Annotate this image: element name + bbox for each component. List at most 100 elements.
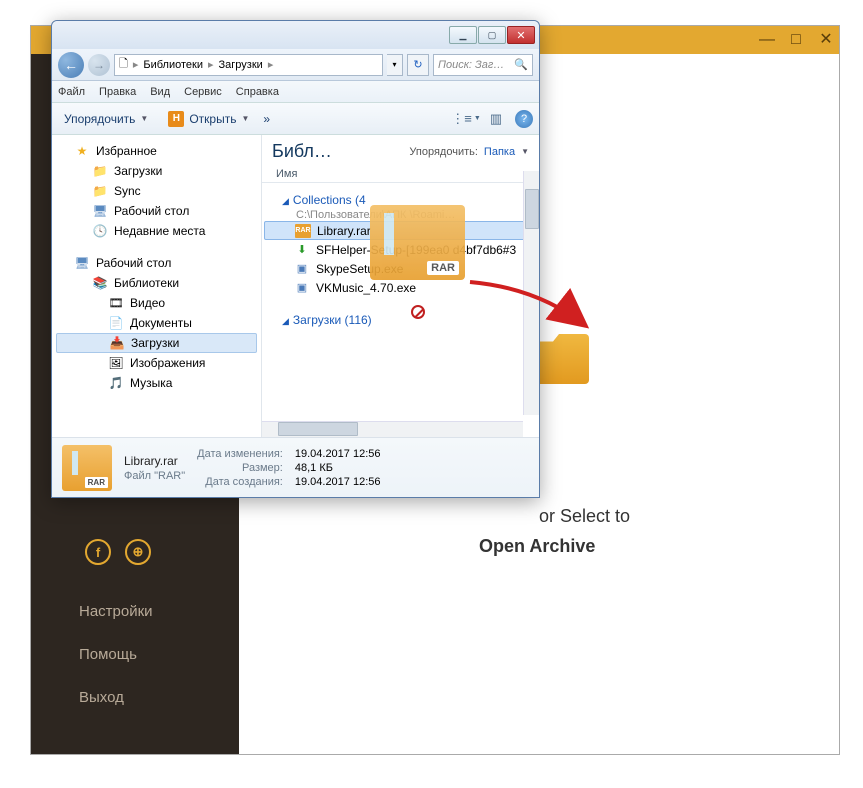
view-mode-button[interactable]: ⋮≡▼ bbox=[455, 109, 477, 129]
explorer-window: ▁ ▢ ✕ ← → 🗋 ▸ Библиотеки ▸ Загрузки ▸ ▾ … bbox=[51, 20, 540, 498]
search-placeholder: Поиск: Заг… bbox=[438, 59, 504, 71]
more-button[interactable]: » bbox=[263, 112, 270, 126]
folder-icon: 📁 bbox=[92, 163, 108, 179]
breadcrumb-bar[interactable]: 🗋 ▸ Библиотеки ▸ Загрузки ▸ bbox=[114, 54, 383, 76]
chevron-down-icon[interactable]: ▼ bbox=[521, 147, 529, 156]
menu-view[interactable]: Вид bbox=[150, 86, 170, 98]
close-button[interactable]: ✕ bbox=[819, 33, 833, 47]
details-modified-label: Дата изменения: bbox=[197, 448, 283, 460]
breadcrumb-sep: ▸ bbox=[133, 58, 139, 71]
maximize-button[interactable]: ▢ bbox=[478, 26, 506, 44]
refresh-button[interactable]: ↻ bbox=[407, 54, 429, 76]
details-size-value: 48,1 КБ bbox=[295, 462, 381, 474]
menu-edit[interactable]: Правка bbox=[99, 86, 136, 98]
nav-downloads[interactable]: 📁Загрузки bbox=[52, 161, 261, 181]
open-label: Открыть bbox=[189, 112, 236, 126]
images-icon: 🖼 bbox=[108, 355, 124, 371]
breadcrumb-sep: ▸ bbox=[208, 58, 214, 71]
menu-file[interactable]: Файл bbox=[58, 86, 85, 98]
libraries-icon: 📚 bbox=[92, 275, 108, 291]
chevron-down-icon: ▼ bbox=[140, 114, 148, 123]
nav-favorites[interactable]: ★Избранное bbox=[52, 141, 261, 161]
search-icon: 🔍 bbox=[514, 58, 528, 71]
navigation-pane: ★Избранное 📁Загрузки 📁Sync 🖥Рабочий стол… bbox=[52, 135, 262, 437]
chevron-down-icon: ▼ bbox=[241, 114, 249, 123]
menu-bar: Файл Правка Вид Сервис Справка bbox=[52, 81, 539, 103]
file-list-pane: Библ… Упорядочить: Папка ▼ Имя ◢Collecti… bbox=[262, 135, 539, 437]
nav-desktop-root[interactable]: 🖥Рабочий стол bbox=[52, 253, 261, 273]
nav-music[interactable]: 🎵Музыка bbox=[52, 373, 261, 393]
open-archive-text: Open Archive bbox=[479, 536, 595, 557]
nav-libraries[interactable]: 📚Библиотеки bbox=[52, 273, 261, 293]
horizontal-scrollbar[interactable] bbox=[262, 421, 523, 437]
nav-video[interactable]: 🎞Видео bbox=[52, 293, 261, 313]
nav-sync[interactable]: 📁Sync bbox=[52, 181, 261, 201]
details-filetype: Файл "RAR" bbox=[124, 470, 185, 482]
breadcrumb-libraries[interactable]: Библиотеки bbox=[143, 59, 203, 71]
nav-downloads-lib[interactable]: 📥Загрузки bbox=[56, 333, 257, 353]
organize-button[interactable]: Упорядочить ▼ bbox=[58, 109, 154, 129]
sort-label: Упорядочить: bbox=[409, 146, 478, 158]
details-created-value: 19.04.2017 12:56 bbox=[295, 476, 381, 488]
exe-icon: ▣ bbox=[294, 281, 310, 295]
location-icon: 🗋 bbox=[119, 55, 128, 74]
rar-icon: RAR bbox=[295, 224, 311, 238]
folder-icon: 📁 bbox=[92, 183, 108, 199]
music-icon: 🎵 bbox=[108, 375, 124, 391]
nav-back-button[interactable]: ← bbox=[58, 52, 84, 78]
nav-images[interactable]: 🖼Изображения bbox=[52, 353, 261, 373]
facebook-icon[interactable]: f bbox=[85, 539, 111, 565]
maximize-button[interactable]: □ bbox=[789, 33, 803, 47]
minimize-button[interactable]: — bbox=[759, 33, 773, 47]
help-link[interactable]: Помощь bbox=[79, 646, 239, 663]
file-vkmusic[interactable]: ▣VKMusic_4.70.exe bbox=[264, 278, 531, 297]
settings-link[interactable]: Настройки bbox=[79, 603, 239, 620]
download-icon: ⬇ bbox=[294, 243, 310, 257]
nav-forward-button[interactable]: → bbox=[88, 54, 110, 76]
vertical-scrollbar[interactable] bbox=[523, 171, 539, 415]
help-button[interactable]: ? bbox=[515, 110, 533, 128]
documents-icon: 📄 bbox=[108, 315, 124, 331]
column-header-name[interactable]: Имя bbox=[262, 166, 539, 183]
nav-recent[interactable]: 🕓Недавние места bbox=[52, 221, 261, 241]
open-button[interactable]: H Открыть ▼ bbox=[162, 108, 255, 130]
social-links: f ⊕ bbox=[85, 539, 239, 565]
details-filename: Library.rar bbox=[124, 454, 185, 468]
toolbar: Упорядочить ▼ H Открыть ▼ » ⋮≡▼ ▥ ? bbox=[52, 103, 539, 135]
scrollbar-thumb[interactable] bbox=[278, 422, 358, 436]
breadcrumb-downloads[interactable]: Загрузки bbox=[219, 59, 263, 71]
no-drop-icon bbox=[411, 305, 425, 319]
organize-label: Упорядочить bbox=[64, 112, 135, 126]
scrollbar-thumb[interactable] bbox=[525, 189, 539, 229]
desktop-icon: 🖥 bbox=[92, 203, 108, 219]
drop-hint-text: or Select to bbox=[539, 506, 630, 527]
preview-pane-button[interactable]: ▥ bbox=[485, 109, 507, 129]
recent-icon: 🕓 bbox=[92, 223, 108, 239]
website-icon[interactable]: ⊕ bbox=[125, 539, 151, 565]
details-pane: Library.rar Файл "RAR" Дата изменения: Р… bbox=[52, 437, 539, 497]
address-dropdown[interactable]: ▾ bbox=[387, 54, 403, 76]
explorer-titlebar[interactable]: ▁ ▢ ✕ bbox=[52, 21, 539, 49]
details-size-label: Размер: bbox=[242, 462, 283, 474]
app-icon: H bbox=[168, 111, 184, 127]
desktop-icon: 🖥 bbox=[74, 255, 90, 271]
details-created-label: Дата создания: bbox=[205, 476, 283, 488]
minimize-button[interactable]: ▁ bbox=[449, 26, 477, 44]
nav-desktop[interactable]: 🖥Рабочий стол bbox=[52, 201, 261, 221]
details-modified-value: 19.04.2017 12:56 bbox=[295, 448, 381, 460]
menu-help[interactable]: Справка bbox=[236, 86, 279, 98]
video-icon: 🎞 bbox=[108, 295, 124, 311]
file-thumbnail bbox=[62, 445, 112, 491]
library-title: Библ… bbox=[272, 141, 332, 162]
address-bar-row: ← → 🗋 ▸ Библиотеки ▸ Загрузки ▸ ▾ ↻ Поис… bbox=[52, 49, 539, 81]
close-button[interactable]: ✕ bbox=[507, 26, 535, 44]
search-input[interactable]: Поиск: Заг… 🔍 bbox=[433, 54, 533, 76]
downloads-icon: 📥 bbox=[109, 335, 125, 351]
group-downloads[interactable]: ◢Загрузки (116) bbox=[264, 307, 531, 329]
sort-by-folder[interactable]: Папка bbox=[484, 146, 515, 158]
menu-service[interactable]: Сервис bbox=[184, 86, 222, 98]
breadcrumb-sep: ▸ bbox=[268, 58, 274, 71]
nav-documents[interactable]: 📄Документы bbox=[52, 313, 261, 333]
star-icon: ★ bbox=[74, 143, 90, 159]
exit-link[interactable]: Выход bbox=[79, 689, 239, 706]
